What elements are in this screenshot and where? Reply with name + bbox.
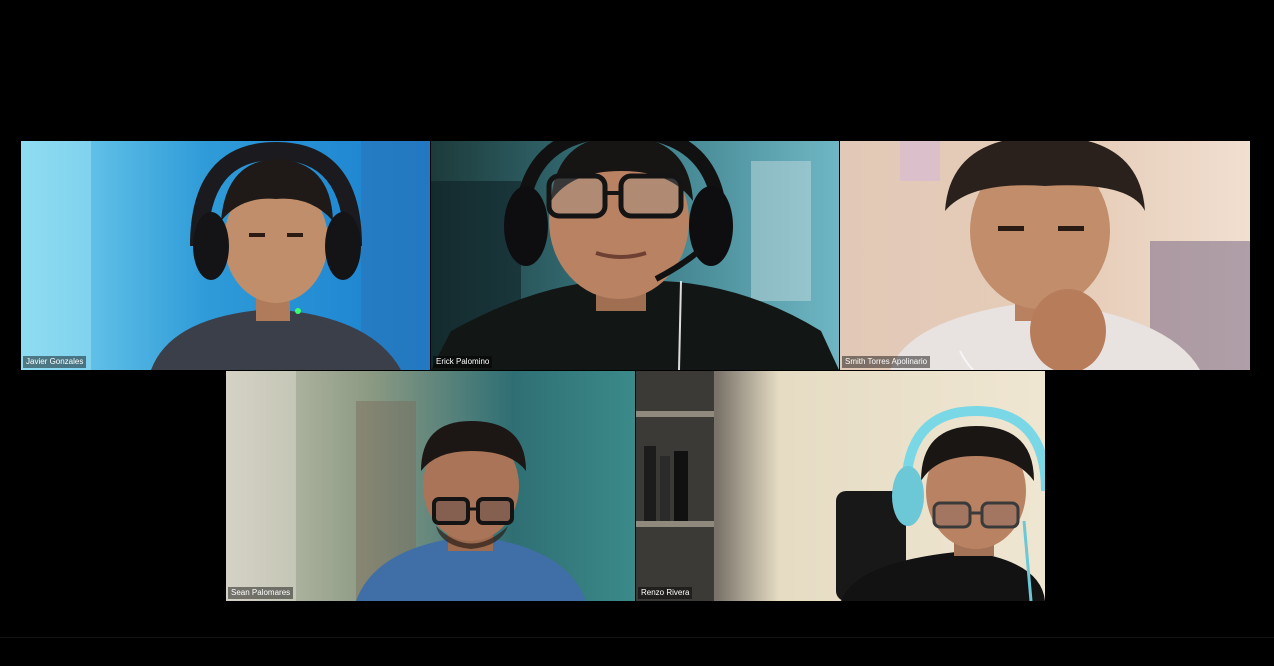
participant-tile-smith[interactable]: Smith Torres Apolinario (840, 141, 1250, 370)
participant-tile-javier[interactable]: Javier Gonzales (21, 141, 430, 370)
participant-name-label: Erick Palomino (433, 356, 493, 368)
participant-name-label: Sean Palomares (228, 587, 294, 599)
participant-video-feed (226, 371, 635, 601)
participant-video-feed (840, 141, 1250, 370)
video-call-gallery: Javier Gonzales Erick Palomino Smith Tor… (0, 0, 1274, 666)
participant-name-label: Javier Gonzales (23, 356, 87, 368)
participant-video-feed (431, 141, 839, 370)
participant-tile-erick[interactable]: Erick Palomino (431, 141, 839, 370)
participant-name-label: Renzo Rivera (638, 587, 693, 599)
participant-tile-renzo[interactable]: Renzo Rivera (636, 371, 1045, 601)
bottom-bar (0, 637, 1274, 666)
participant-name-label: Smith Torres Apolinario (842, 356, 931, 368)
participant-video-feed (21, 141, 430, 370)
participant-tile-sean[interactable]: Sean Palomares (226, 371, 635, 601)
participant-video-feed (636, 371, 1045, 601)
